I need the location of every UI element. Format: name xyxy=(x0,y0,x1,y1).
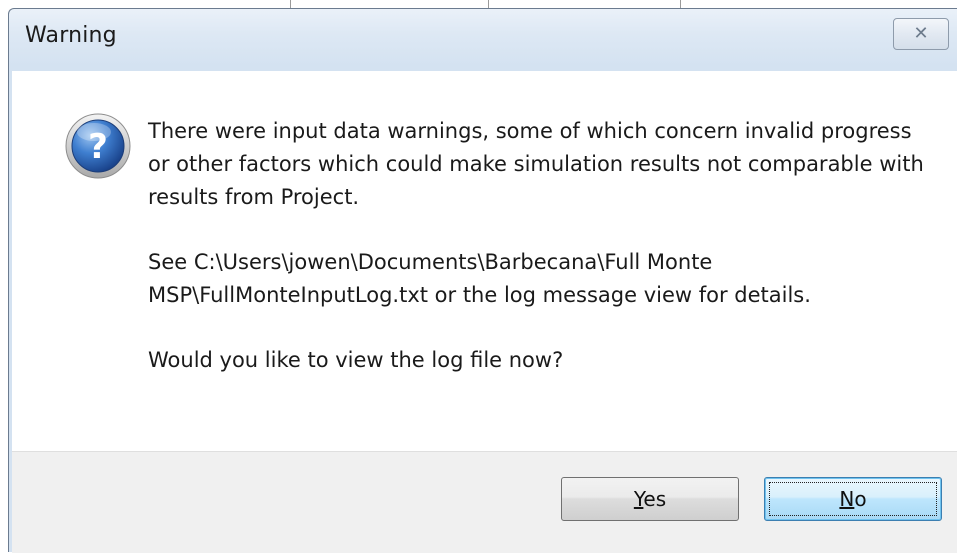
question-icon: ? xyxy=(65,113,131,179)
close-button[interactable]: ✕ xyxy=(893,18,949,50)
yes-button[interactable]: Yes xyxy=(561,477,739,521)
close-icon: ✕ xyxy=(913,23,929,44)
warning-dialog: Warning ✕ ? There were input data warnin… xyxy=(0,0,957,553)
title-bar[interactable]: Warning ✕ xyxy=(8,8,957,66)
message-paragraph-warning: There were input data warnings, some of … xyxy=(148,119,924,209)
message-paragraph-log-path: See C:\Users\jowen\Documents\Barbecana\F… xyxy=(148,250,811,307)
yes-mnemonic: Y xyxy=(633,487,644,511)
no-label: o xyxy=(854,487,867,511)
no-button[interactable]: No xyxy=(764,477,942,521)
message-paragraph-question: Would you like to view the log file now? xyxy=(148,348,564,372)
no-mnemonic: N xyxy=(839,487,855,511)
yes-label: es xyxy=(643,487,667,511)
svg-text:?: ? xyxy=(88,127,108,167)
dialog-title: Warning xyxy=(25,23,117,48)
message-text: There were input data warnings, some of … xyxy=(148,115,928,377)
